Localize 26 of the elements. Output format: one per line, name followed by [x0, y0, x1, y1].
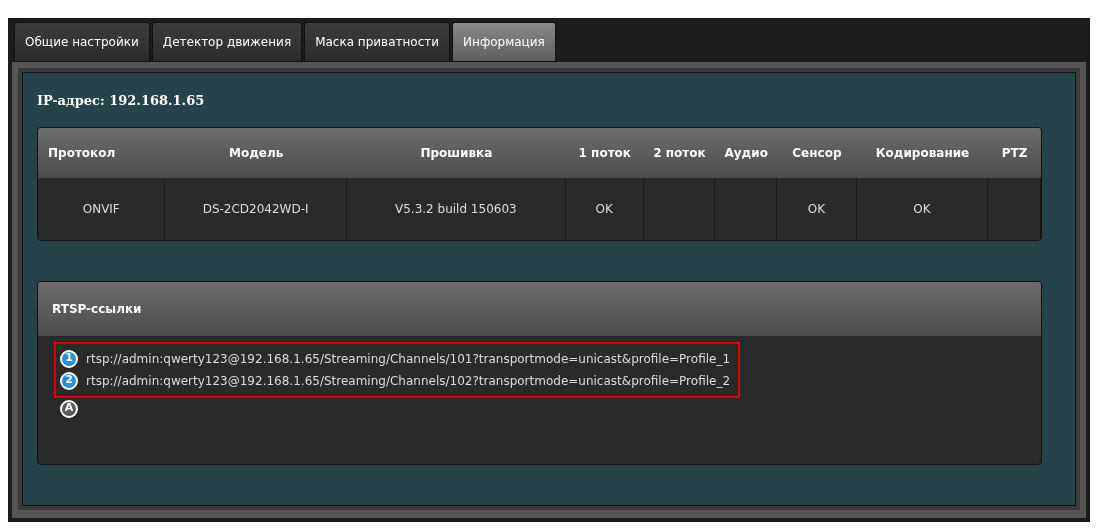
table-cell: V5.3.2 build 150603 — [346, 177, 566, 240]
table-cell: DS-2CD2042WD-I — [165, 177, 347, 240]
tab[interactable]: Маска приватности — [304, 22, 451, 62]
panel-title: RTSP-ссылки — [52, 300, 142, 318]
tab[interactable]: Детектор движения — [151, 22, 303, 62]
table-cell: OK — [565, 177, 644, 240]
column-header: 2 поток — [652, 144, 707, 162]
rtsp-link[interactable]: rtsp://admin:qwerty123@192.168.1.65/Streaming/Channels/101?transportmode=unicast&profile=Profile_1 — [86, 349, 731, 368]
column-header: Модель — [227, 144, 285, 162]
table-cell: OK — [777, 177, 857, 240]
table-cell: OK — [856, 177, 989, 240]
number-badge-icon: 1 — [60, 349, 78, 368]
column-header: 1 поток — [577, 144, 632, 162]
column-header: Сенсор — [791, 144, 843, 162]
column-header: PTZ — [1000, 144, 1029, 162]
column-header: Протокол — [47, 144, 117, 162]
column-header: Кодирование — [874, 144, 971, 162]
number-badge-icon: 2 — [60, 371, 78, 390]
column-header: Аудио — [723, 144, 769, 162]
tab[interactable]: Общие настройки — [14, 22, 150, 62]
number-badge-icon: A — [60, 399, 78, 418]
table-cell: ONVIF — [38, 177, 166, 240]
column-header: Прошивка — [419, 144, 494, 162]
tab[interactable]: Информация — [452, 22, 556, 62]
rtsp-link[interactable]: rtsp://admin:qwerty123@192.168.1.65/Streaming/Channels/102?transportmode=unicast&profile=Profile_2 — [86, 371, 731, 390]
ip-address-label: IP-адрес: 192.168.1.65 — [37, 92, 205, 110]
